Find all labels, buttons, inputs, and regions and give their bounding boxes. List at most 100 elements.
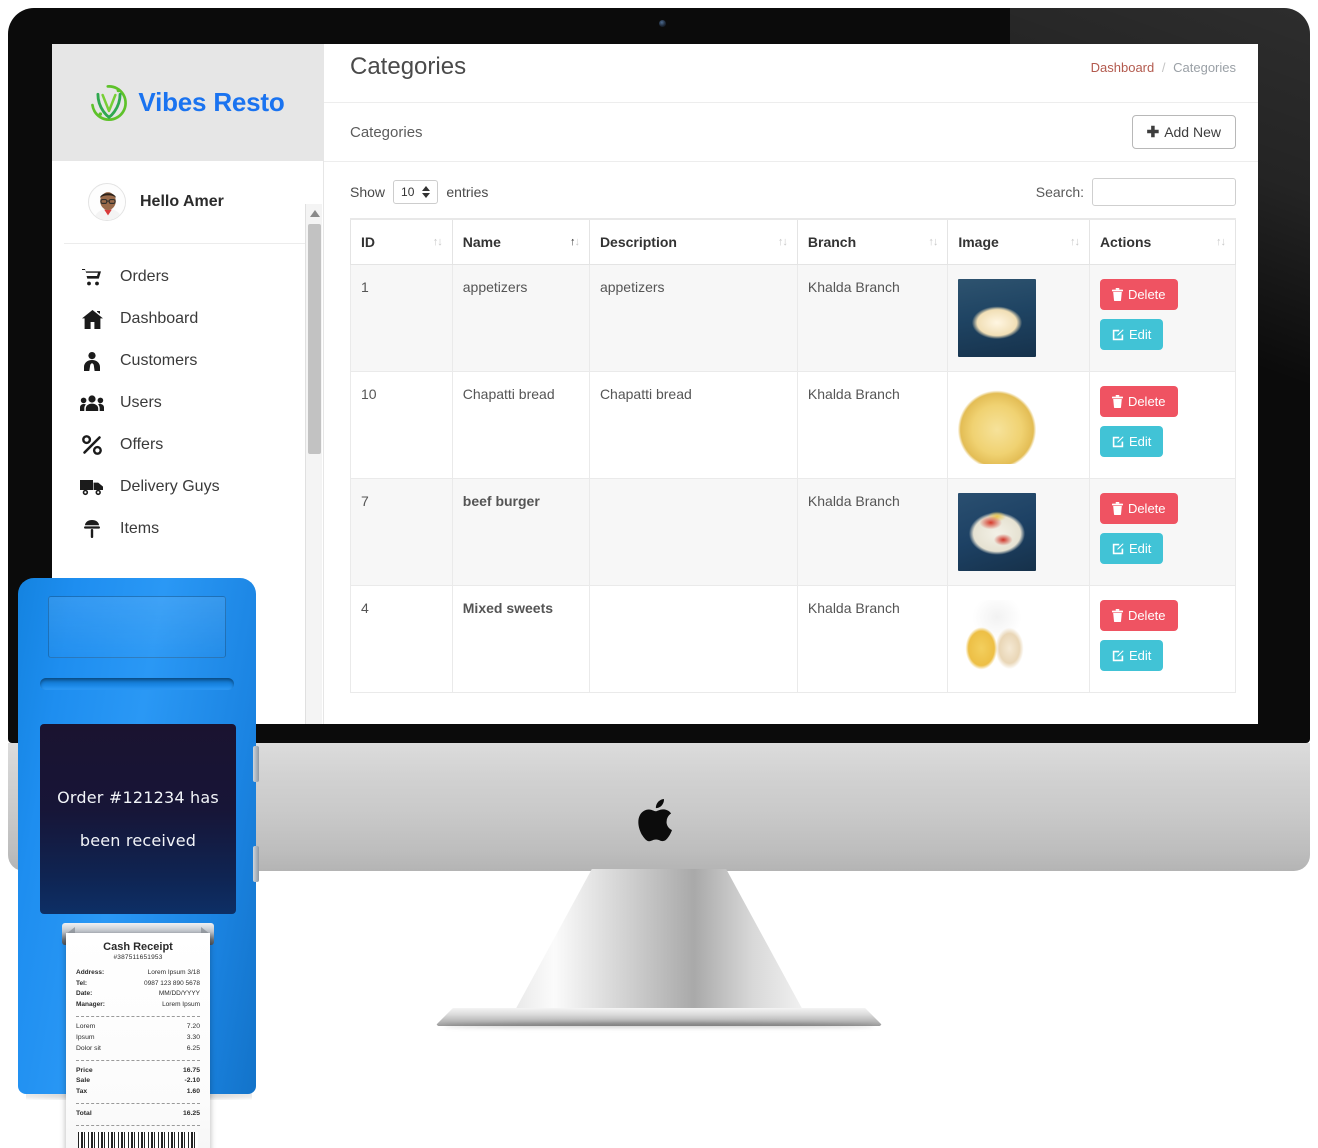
page-size-select[interactable]: 10	[393, 180, 439, 204]
plus-icon: ✚	[1146, 123, 1160, 141]
sidebar-item-items[interactable]: Items	[52, 508, 323, 550]
edit-button[interactable]: Edit	[1099, 426, 1164, 457]
delete-button[interactable]: Delete	[1099, 386, 1178, 417]
subtotal-label: Price	[76, 1066, 93, 1074]
apple-logo-icon	[638, 799, 672, 842]
delete-label: Delete	[1127, 287, 1166, 302]
trash-icon	[1111, 288, 1123, 301]
cell-description: Chapatti bread	[588, 371, 798, 479]
table-row[interactable]: 4 Mixed sweets Khalda Branch Delete Edit	[350, 585, 1237, 693]
receipt-meta-row: Date: MM/DD/YYYY	[76, 989, 200, 1000]
item-value: 6.25	[186, 1044, 200, 1052]
receipt-item-row: Ipsum 3.30	[76, 1033, 200, 1044]
cell-branch: Khalda Branch	[796, 264, 949, 372]
receipt-meta: Address: Lorem Ipsum 3/18 Tel: 0987 123 …	[76, 968, 200, 1011]
scrollbar-thumb[interactable]	[308, 224, 321, 454]
column-label: Actions	[1099, 234, 1152, 250]
show-entries-group: Show 10 entries	[350, 180, 488, 204]
delete-button[interactable]: Delete	[1099, 600, 1178, 631]
shopping-cart-icon	[80, 266, 104, 288]
scroll-up-arrow-icon[interactable]	[310, 210, 320, 217]
search-input[interactable]	[1092, 178, 1236, 206]
utensils-icon	[80, 518, 104, 540]
column-header-image[interactable]: Image ↑↓	[947, 218, 1090, 265]
sidebar-item-dashboard[interactable]: Dashboard	[52, 298, 323, 340]
cell-description: appetizers	[588, 264, 798, 372]
receipt-meta-row: Address: Lorem Ipsum 3/18	[76, 968, 200, 979]
cell-image	[947, 585, 1090, 693]
table-row[interactable]: 1 appetizers appetizers Khalda Branch De…	[350, 264, 1237, 372]
meta-value: Lorem Ipsum 3/18	[147, 969, 200, 976]
user-tie-icon	[80, 350, 104, 372]
sidebar-item-users[interactable]: Users	[52, 382, 323, 424]
sidebar-item-label: Delivery Guys	[120, 478, 220, 495]
sidebar-item-delivery-guys[interactable]: Delivery Guys	[52, 466, 323, 508]
receipt-title: Cash Receipt	[103, 941, 173, 953]
page-size-value: 10	[401, 185, 415, 199]
subtotal-label: Sale	[76, 1077, 90, 1085]
sidebar-item-label: Users	[120, 394, 162, 411]
receipt-subtotals: Price 16.75 Sale -2.10 Tax 1.60	[76, 1066, 200, 1099]
sort-icon: ↑↓	[569, 236, 580, 248]
receipt: Cash Receipt #387511651953 Address: Lore…	[66, 933, 210, 1148]
table-row[interactable]: 7 beef burger Khalda Branch Delete Edit	[350, 478, 1237, 586]
cell-name: Mixed sweets	[451, 585, 590, 693]
sidebar-item-customers[interactable]: Customers	[52, 340, 323, 382]
sidebar-item-offers[interactable]: Offers	[52, 424, 323, 466]
stand-shadow	[444, 1023, 874, 1029]
avatar	[88, 183, 126, 221]
category-thumbnail	[958, 279, 1037, 357]
edit-button[interactable]: Edit	[1099, 533, 1164, 564]
delete-button[interactable]: Delete	[1099, 279, 1178, 310]
column-header-description[interactable]: Description ↑↓	[588, 218, 798, 265]
sort-icon: ↑↓	[928, 236, 938, 248]
brand-logo[interactable]: Vibes Resto	[52, 44, 323, 161]
item-value: 7.20	[186, 1022, 200, 1030]
cell-actions: Delete Edit	[1088, 371, 1237, 479]
pos-message-line-2: been received	[79, 831, 197, 850]
edit-button[interactable]: Edit	[1099, 319, 1164, 350]
meta-label: Tel:	[76, 979, 88, 987]
column-label: ID	[361, 234, 375, 250]
pencil-square-icon	[1112, 328, 1124, 340]
search-group: Search:	[1036, 178, 1236, 206]
sidebar-scrollbar[interactable]	[305, 204, 322, 724]
sidebar-item-label: Dashboard	[120, 310, 199, 327]
add-new-button[interactable]: ✚ Add New	[1131, 115, 1236, 149]
pos-side-button-lower[interactable]	[253, 846, 259, 882]
users-group-icon	[80, 392, 104, 414]
breadcrumb-dashboard-link[interactable]: Dashboard	[1091, 60, 1155, 75]
sort-icon: ↑↓	[432, 236, 443, 248]
cell-id: 4	[350, 585, 453, 693]
edit-button[interactable]: Edit	[1099, 640, 1164, 671]
table-header-row: ID ↑↓ Name ↑↓ Description ↑↓ Branch ↑↓ I…	[350, 218, 1237, 265]
pencil-square-icon	[1112, 542, 1124, 554]
subtotal-label: Tax	[76, 1088, 88, 1096]
column-header-branch[interactable]: Branch ↑↓	[796, 218, 949, 265]
table-row[interactable]: 10 Chapatti bread Chapatti bread Khalda …	[350, 371, 1237, 479]
table-toolbar: Show 10 entries Search:	[324, 162, 1258, 218]
cell-name: appetizers	[451, 264, 590, 372]
column-header-id[interactable]: ID ↑↓	[350, 218, 453, 265]
barcode-icon	[78, 1132, 198, 1148]
chevron-updown-icon	[422, 186, 431, 198]
meta-value: Lorem Ipsum	[162, 1001, 200, 1009]
meta-label: Manager:	[76, 1001, 105, 1009]
sidebar-item-label: Offers	[120, 436, 164, 453]
cell-name: Chapatti bread	[451, 371, 590, 479]
receipt-total-row: Total 16.25	[76, 1109, 200, 1120]
pos-message-line-1: Order #121234 has	[57, 788, 219, 807]
user-greeting[interactable]: Hello Amer	[64, 161, 311, 244]
pencil-square-icon	[1112, 435, 1124, 447]
delete-button[interactable]: Delete	[1099, 493, 1178, 524]
pos-side-button-upper[interactable]	[253, 746, 259, 782]
column-label: Name	[462, 234, 501, 250]
receipt-item-row: Dolor sit 6.25	[76, 1044, 200, 1055]
cell-name: beef burger	[451, 478, 590, 586]
column-header-actions[interactable]: Actions ↑↓	[1088, 218, 1237, 265]
sidebar-item-orders[interactable]: Orders	[52, 256, 323, 298]
show-label: Show	[350, 184, 386, 200]
sort-icon: ↑↓	[777, 236, 788, 248]
total-label: Total	[76, 1110, 92, 1118]
column-header-name[interactable]: Name ↑↓	[451, 218, 590, 265]
